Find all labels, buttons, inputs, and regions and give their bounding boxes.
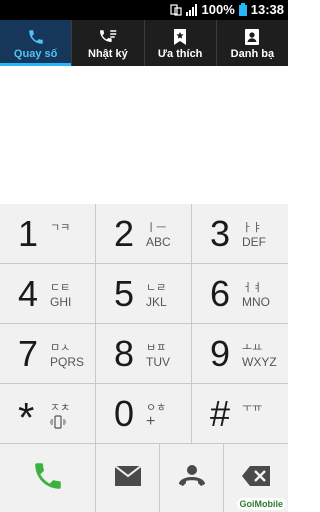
dial-keypad: 1 ㄱㅋ 2 ㅣㅡ ABC 3 ㅏㅑ DEF 4 ㄷㅌ GHI 5 ㄴㄹ JKL… [0, 204, 288, 444]
key-korean: ㅂㅍ [146, 342, 167, 354]
key-digit: 3 [210, 213, 231, 254]
key-letters: ㅏㅑ DEF [242, 220, 266, 249]
key-korean: ㄷㅌ [50, 282, 71, 294]
key-hash[interactable]: # ㅜㅠ [192, 384, 288, 444]
key-0[interactable]: 0 ㅇㅎ + [96, 384, 192, 444]
key-letters: ㄴㄹ JKL [146, 280, 167, 309]
key-8[interactable]: 8 ㅂㅍ TUV [96, 324, 192, 384]
battery-icon [238, 3, 247, 16]
key-digit: 4 [18, 273, 39, 314]
delete-button[interactable]: GoiMobile [224, 444, 288, 512]
tab-favorites[interactable]: Ưa thích [145, 20, 217, 66]
favorite-bookmark-icon [172, 26, 188, 48]
key-3[interactable]: 3 ㅏㅑ DEF [192, 204, 288, 264]
status-bar: 100% 13:38 [0, 0, 288, 20]
key-star[interactable]: * ㅈㅊ [0, 384, 96, 444]
message-button[interactable] [96, 444, 160, 512]
key-5[interactable]: 5 ㄴㄹ JKL [96, 264, 192, 324]
key-latin: TUV [146, 355, 170, 369]
key-digit: 0 [114, 393, 135, 434]
call-log-icon [98, 26, 118, 48]
contacts-icon [244, 26, 260, 48]
backspace-icon [241, 465, 271, 492]
key-letters: ㅜㅠ [242, 400, 262, 415]
key-2[interactable]: 2 ㅣㅡ ABC [96, 204, 192, 264]
key-latin: MNO [242, 295, 270, 309]
call-icon [31, 459, 65, 498]
tab-dial[interactable]: Quay số [0, 20, 73, 66]
key-letters: ㅣㅡ ABC [146, 220, 171, 249]
key-7[interactable]: 7 ㅁㅅ PQRS [0, 324, 96, 384]
tab-label: Quay số [13, 48, 58, 60]
tab-label: Ưa thích [157, 48, 203, 60]
key-korean: ㅣㅡ [146, 222, 167, 234]
key-korean: ㅓㅕ [242, 282, 263, 294]
key-latin: WXYZ [242, 355, 277, 369]
tab-label: Nhật ký [88, 48, 128, 60]
key-korean: ㅁㅅ [50, 342, 71, 354]
action-bar: GoiMobile [0, 444, 288, 512]
key-1[interactable]: 1 ㄱㅋ [0, 204, 96, 264]
key-digit: 8 [114, 333, 135, 374]
end-call-button[interactable] [160, 444, 224, 512]
key-digit: 7 [18, 333, 39, 374]
key-korean: ㄱㅋ [50, 222, 71, 234]
screen-rotation-icon [169, 3, 182, 16]
tab-contacts[interactable]: Danh bạ [217, 20, 288, 66]
key-latin: + [146, 413, 156, 430]
key-latin: GHI [50, 295, 72, 309]
key-digit: 5 [114, 273, 135, 314]
key-digit: 6 [210, 273, 231, 314]
key-letters: ㅂㅍ TUV [146, 340, 170, 369]
key-korean: ㅏㅑ [242, 222, 263, 234]
watermark-logo: GoiMobile [236, 498, 286, 510]
clock: 13:38 [250, 2, 284, 17]
key-letters: ㅇㅎ + [146, 400, 166, 430]
tab-label: Danh bạ [230, 48, 275, 60]
key-digit: # [210, 393, 231, 434]
key-digit: 9 [210, 333, 231, 374]
key-korean: ㅗㅛ [242, 342, 263, 354]
key-latin: DEF [242, 235, 266, 249]
key-korean: ㅈㅊ [50, 402, 71, 414]
key-korean: ㅜㅠ [242, 402, 263, 414]
key-letters: ㅈㅊ [49, 400, 71, 432]
vibrate-icon [49, 415, 67, 432]
message-icon [113, 464, 142, 492]
key-latin: JKL [146, 295, 167, 309]
key-letters: ㅓㅕ MNO [242, 280, 270, 309]
key-letters: ㅁㅅ PQRS [50, 340, 84, 369]
key-digit: 1 [18, 213, 39, 254]
tab-bar: Quay số Nhật ký Ưa thích Danh bạ [0, 20, 288, 66]
call-button[interactable] [0, 444, 96, 512]
key-6[interactable]: 6 ㅓㅕ MNO [192, 264, 288, 324]
signal-icon [185, 3, 198, 16]
key-letters: ㄱㅋ [50, 220, 70, 235]
key-4[interactable]: 4 ㄷㅌ GHI [0, 264, 96, 324]
key-digit: 2 [114, 213, 135, 254]
dialed-number-display[interactable] [0, 66, 288, 204]
phone-icon [27, 26, 45, 48]
tab-call-log[interactable]: Nhật ký [72, 20, 145, 66]
key-korean: ㄴㄹ [146, 282, 167, 294]
key-latin: ABC [146, 235, 171, 249]
key-letters: ㄷㅌ GHI [50, 280, 71, 309]
key-latin: PQRS [50, 355, 85, 369]
hang-up-icon [177, 464, 207, 493]
key-letters: ㅗㅛ WXYZ [242, 340, 277, 369]
key-9[interactable]: 9 ㅗㅛ WXYZ [192, 324, 288, 384]
key-digit: * [18, 394, 35, 441]
battery-percent: 100% [201, 2, 235, 17]
